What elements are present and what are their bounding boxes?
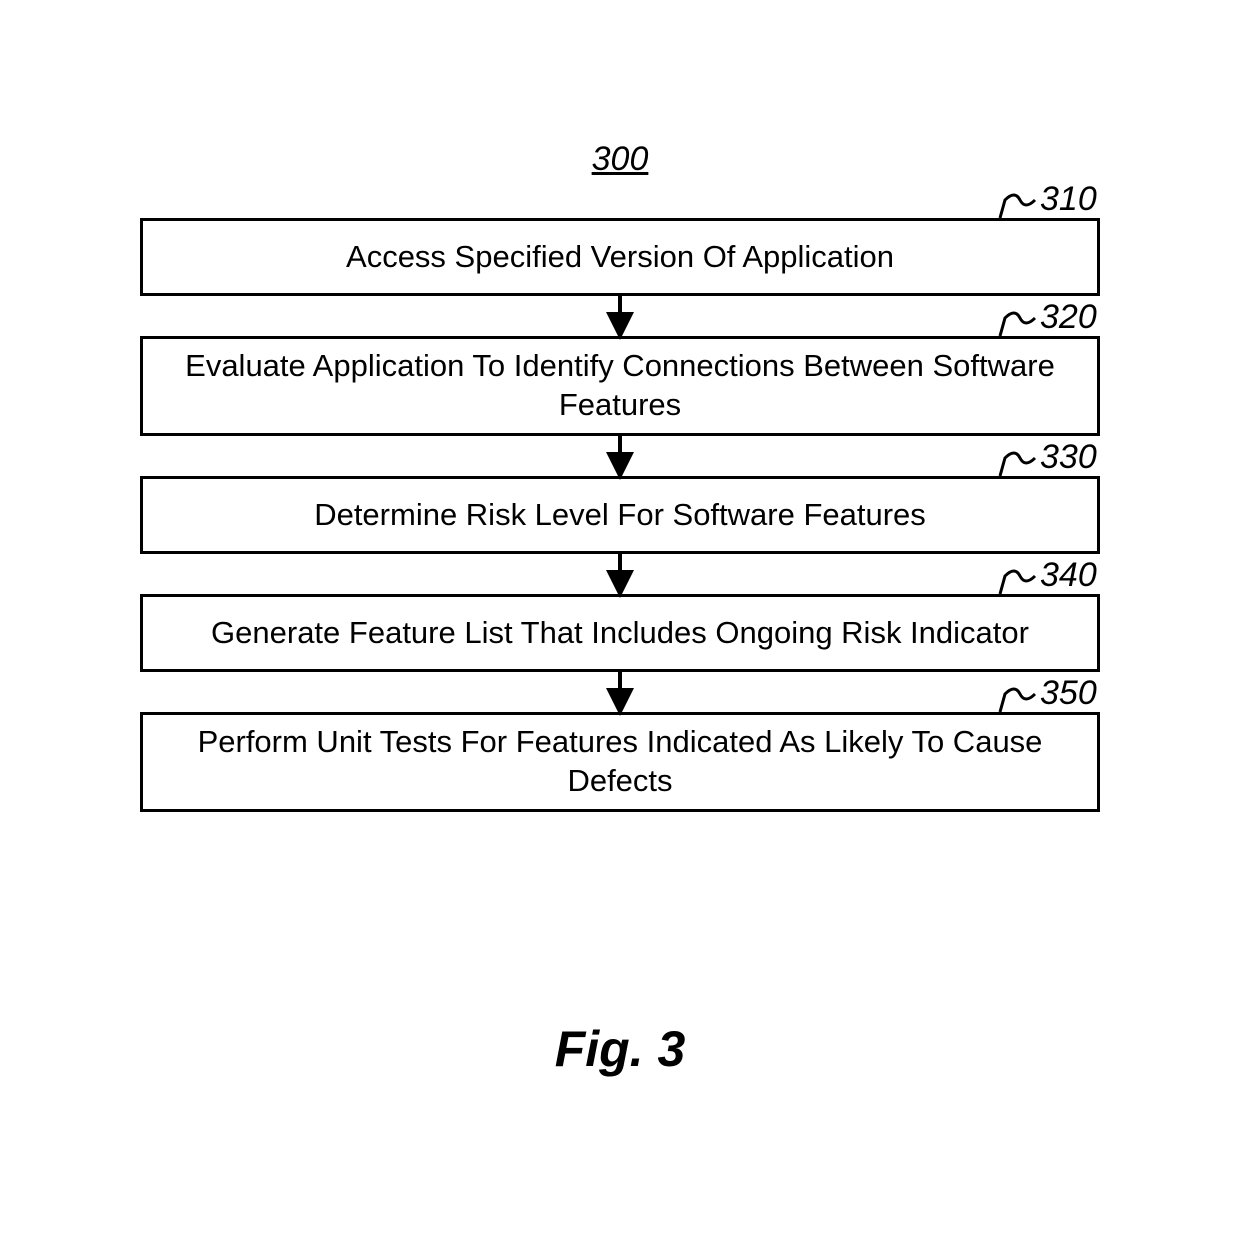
step-ref-310: 310	[1040, 180, 1097, 219]
step-box-330: Determine Risk Level For Software Featur…	[140, 476, 1100, 554]
step-box-340: Generate Feature List That Includes Ongo…	[140, 594, 1100, 672]
figure-caption: Fig. 3	[0, 1020, 1240, 1078]
step-text: Perform Unit Tests For Features Indicate…	[163, 723, 1077, 801]
figure-number: 300	[0, 140, 1240, 179]
step-text: Evaluate Application To Identify Connect…	[163, 347, 1077, 425]
flowchart-canvas: 300 Access Specified Version Of Applicat…	[0, 0, 1240, 1240]
step-box-320: Evaluate Application To Identify Connect…	[140, 336, 1100, 436]
step-text: Determine Risk Level For Software Featur…	[314, 496, 926, 535]
step-ref-330: 330	[1040, 438, 1097, 477]
step-text: Generate Feature List That Includes Ongo…	[211, 614, 1029, 653]
step-ref-350: 350	[1040, 674, 1097, 713]
step-ref-340: 340	[1040, 556, 1097, 595]
step-ref-320: 320	[1040, 298, 1097, 337]
step-text: Access Specified Version Of Application	[346, 238, 894, 277]
step-box-350: Perform Unit Tests For Features Indicate…	[140, 712, 1100, 812]
step-box-310: Access Specified Version Of Application	[140, 218, 1100, 296]
